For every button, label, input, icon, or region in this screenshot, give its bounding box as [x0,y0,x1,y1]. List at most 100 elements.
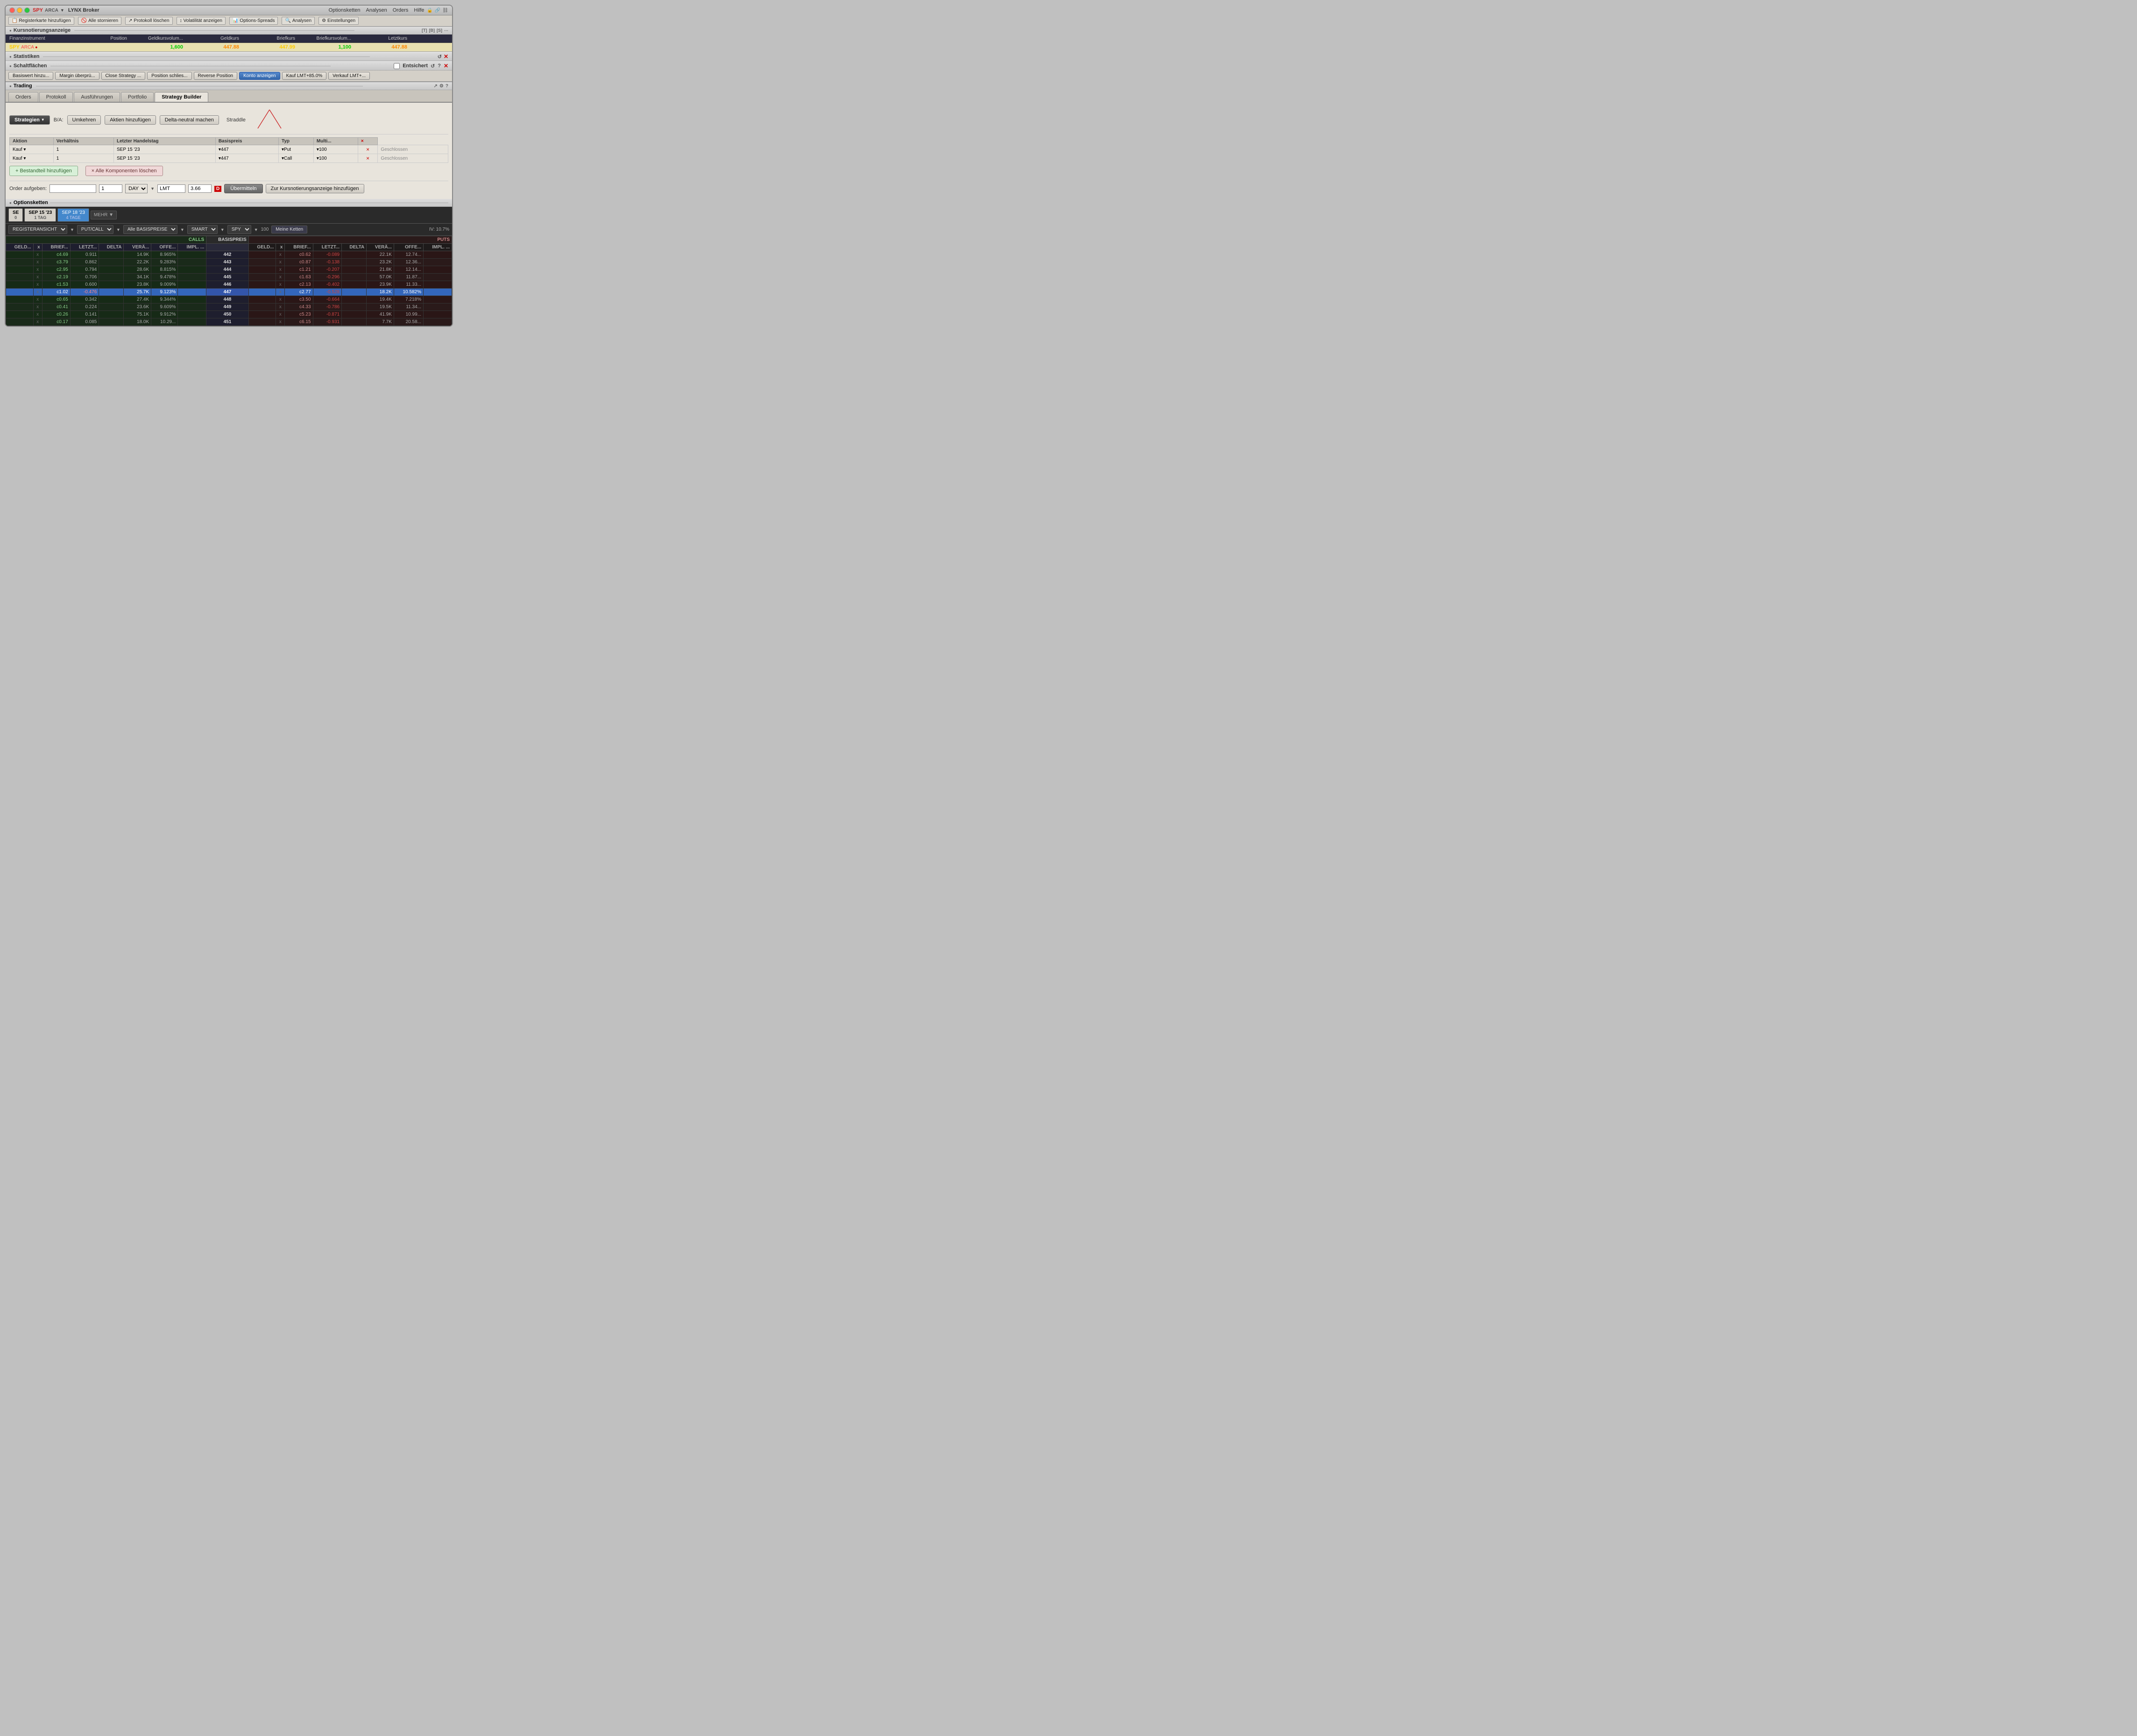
put-impl-450[interactable] [423,311,452,318]
put-letzt-448[interactable]: -0.664 [313,296,342,303]
strategien-button[interactable]: Strategien ▼ [9,115,50,125]
put-offe-446[interactable]: 11.33... [394,281,423,289]
put-vera-445[interactable]: 57.0K [367,274,394,281]
expiry-tab-sep18[interactable]: SEP 18 '23 4 TAGE [57,208,89,222]
basiswert-hinzu-button[interactable]: Basiswert hinzu... [8,72,53,80]
put-impl-449[interactable] [423,303,452,311]
strike-443[interactable]: 443 [206,259,249,266]
call-x-448[interactable]: x [33,296,42,303]
tab-orders[interactable]: Orders [8,92,38,102]
table-icon[interactable]: [T] [422,28,427,33]
strike-444[interactable]: 444 [206,266,249,274]
schaltflaechen-refresh[interactable]: ↺ [431,63,435,69]
call-x-443[interactable]: x [33,259,42,266]
call-delta-443[interactable] [99,259,124,266]
kauf-lmt-button[interactable]: Kauf LMT+85.0% [282,72,327,80]
put-delta-447[interactable] [342,289,367,296]
call-geld-450[interactable] [6,311,34,318]
schaltflaechen-close[interactable]: ✕ [444,63,448,69]
statistiken-close[interactable]: ✕ [444,53,448,60]
call-delta-451[interactable] [99,318,124,326]
call-geld-448[interactable] [6,296,34,303]
call-impl-449[interactable] [178,303,206,311]
cancel-all-button[interactable]: 🚫 Alle stornieren [78,17,121,25]
call-letzt-442[interactable]: 0.911 [70,251,99,259]
put-x-446[interactable]: x [276,281,285,289]
call-brief-447[interactable]: c1.02 [42,289,70,296]
call-delta-448[interactable] [99,296,124,303]
trading-collapse[interactable]: ● [9,84,12,88]
put-x-448[interactable]: x [276,296,285,303]
call-geld-445[interactable] [6,274,34,281]
put-geld-449[interactable] [248,303,276,311]
strike-446[interactable]: 446 [206,281,249,289]
chain-icon[interactable]: ⛓ [442,8,448,13]
put-brief-445[interactable]: c1.63 [285,274,313,281]
put-offe-444[interactable]: 12.14... [394,266,423,274]
call-geld-449[interactable] [6,303,34,311]
put-brief-449[interactable]: c4.33 [285,303,313,311]
call-brief-446[interactable]: c1.53 [42,281,70,289]
call-x-445[interactable]: x [33,274,42,281]
settings2-icon[interactable]: [S] [437,28,442,33]
put-vera-450[interactable]: 41.9K [367,311,394,318]
help-icon[interactable]: ? [438,63,441,69]
call-impl-443[interactable] [178,259,206,266]
call-vera-446[interactable]: 23.8K [124,281,151,289]
put-letzt-451[interactable]: -0.931 [313,318,342,326]
strike-450[interactable]: 450 [206,311,249,318]
put-vera-446[interactable]: 23.9K [367,281,394,289]
put-brief-451[interactable]: c6.15 [285,318,313,326]
order-name-input[interactable] [50,184,96,193]
call-letzt-449[interactable]: 0.224 [70,303,99,311]
put-x-444[interactable]: x [276,266,285,274]
call-offe-443[interactable]: 9.283% [151,259,178,266]
put-delta-450[interactable] [342,311,367,318]
call-brief-445[interactable]: c2.19 [42,274,70,281]
strikes-dropdown[interactable]: ▼ [180,227,184,232]
call-impl-447[interactable] [178,289,206,296]
call-vera-442[interactable]: 14.9K [124,251,151,259]
entsichert-checkbox[interactable] [394,63,400,69]
strike-451[interactable]: 451 [206,318,249,326]
put-letzt-447[interactable]: -0.528 [313,289,342,296]
put-offe-442[interactable]: 12.74... [394,251,423,259]
put-brief-446[interactable]: c2.13 [285,281,313,289]
add-to-quote-button[interactable]: Zur Kursnotierungsanzeige hinzufügen [266,184,364,193]
refresh-icon[interactable]: ↺ [438,54,442,60]
call-vera-443[interactable]: 22.2K [124,259,151,266]
symbol-dropdown[interactable]: ▼ [254,227,258,232]
add-leg-button[interactable]: + Bestandteil hinzufügen [9,166,78,176]
call-x-446[interactable]: x [33,281,42,289]
call-geld-443[interactable] [6,259,34,266]
put-offe-443[interactable]: 12.36... [394,259,423,266]
put-geld-451[interactable] [248,318,276,326]
schaltflaechen-collapse[interactable]: ● [9,64,12,68]
strike-448[interactable]: 448 [206,296,249,303]
tab-strategy-builder[interactable]: Strategy Builder [155,92,208,102]
bar-icon[interactable]: [B] [429,28,435,33]
dropdown-icon[interactable]: ▼ [60,8,64,13]
call-brief-448[interactable]: c0.65 [42,296,70,303]
submit-order-button[interactable]: Übermitteln [224,184,262,193]
statistiken-collapse[interactable]: ● [9,55,12,59]
call-brief-451[interactable]: c0.17 [42,318,70,326]
leg2-aktion[interactable]: Kauf ▾ [10,154,54,163]
call-brief-442[interactable]: c4.69 [42,251,70,259]
put-delta-445[interactable] [342,274,367,281]
put-letzt-444[interactable]: -0.207 [313,266,342,274]
put-geld-448[interactable] [248,296,276,303]
call-letzt-445[interactable]: 0.706 [70,274,99,281]
call-letzt-446[interactable]: 0.600 [70,281,99,289]
put-letzt-443[interactable]: -0.138 [313,259,342,266]
call-geld-442[interactable] [6,251,34,259]
call-x-449[interactable]: x [33,303,42,311]
put-delta-442[interactable] [342,251,367,259]
put-x-447[interactable]: x [276,289,285,296]
put-impl-451[interactable] [423,318,452,326]
call-offe-444[interactable]: 8.815% [151,266,178,274]
call-geld-447[interactable] [6,289,34,296]
strike-442[interactable]: 442 [206,251,249,259]
call-impl-451[interactable] [178,318,206,326]
leg1-remove[interactable]: × [358,145,378,154]
